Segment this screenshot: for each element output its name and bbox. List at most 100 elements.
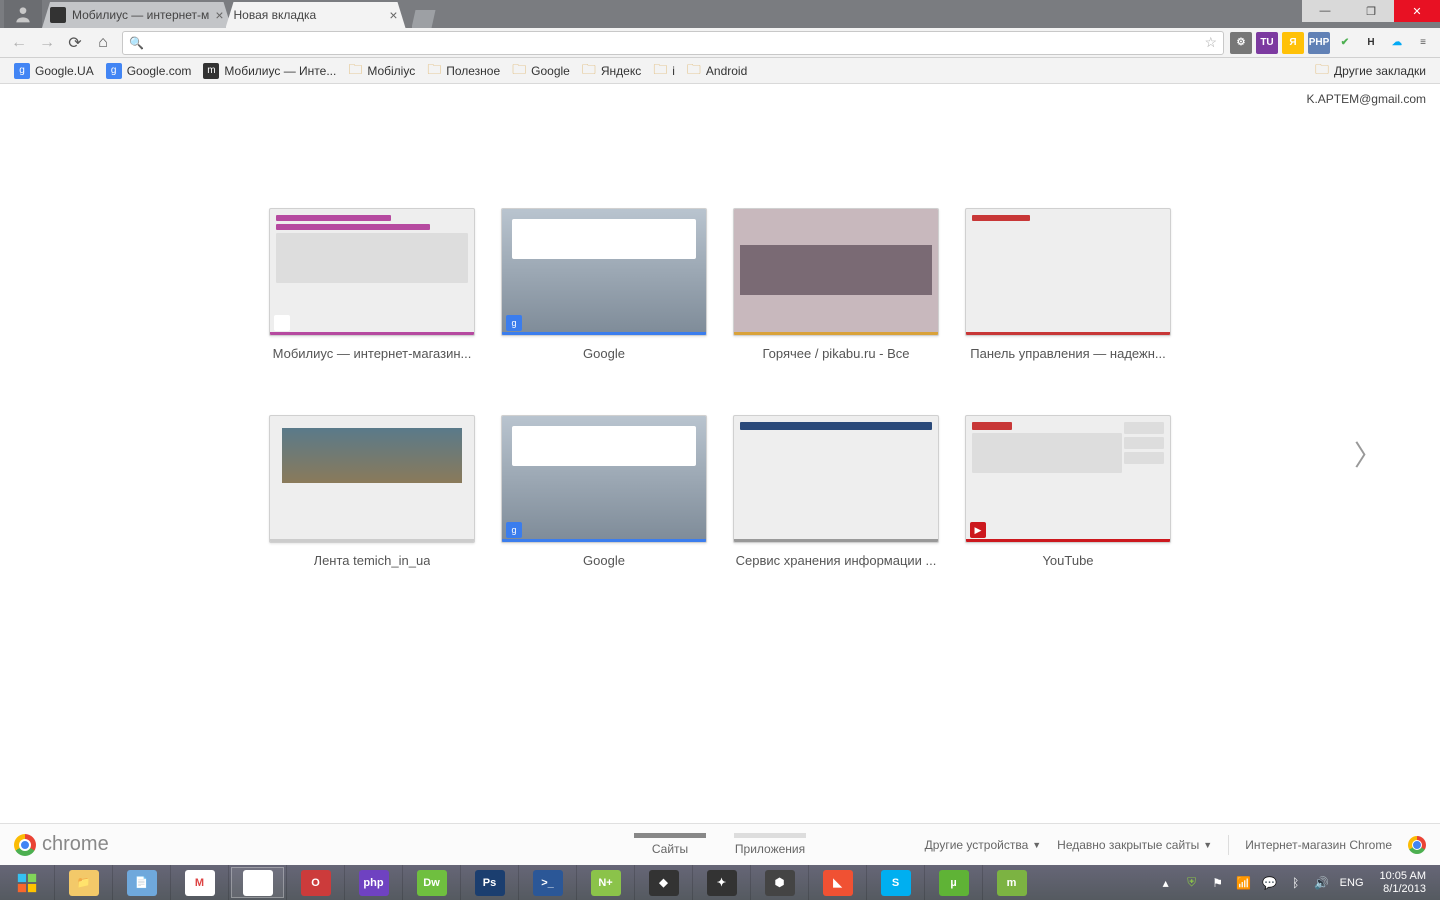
thumbnail-preview <box>965 208 1171 336</box>
tray-lang[interactable]: ENG <box>1340 877 1364 889</box>
home-button[interactable]: ⌂ <box>90 30 116 56</box>
tray-shield-icon[interactable]: ⛨ <box>1184 875 1200 891</box>
bookmark-item[interactable]: 🗀i <box>647 57 681 85</box>
bookmark-item[interactable]: 🗀Android <box>681 57 753 85</box>
browser-tab-1[interactable]: Новая вкладка × <box>226 2 406 28</box>
thumbnail-badge-icon: g <box>506 315 522 331</box>
tray-vol-icon[interactable]: 🔊 <box>1314 875 1330 891</box>
tray-chat-icon[interactable]: 💬 <box>1262 875 1278 891</box>
footer-link[interactable]: Недавно закрытые сайты ▼ <box>1057 838 1212 852</box>
other-bookmarks-button[interactable]: 🗀 Другие закладки <box>1309 57 1432 85</box>
app3-icon: ⬢ <box>765 870 795 896</box>
extension-h-icon[interactable]: H <box>1360 32 1382 54</box>
reload-button[interactable]: ⟳ <box>62 30 88 56</box>
extension-menu-icon[interactable]: ≡ <box>1412 32 1434 54</box>
taskbar-app-gmail[interactable]: M <box>170 865 228 900</box>
new-tab-button[interactable] <box>412 10 436 28</box>
newtab-content: K.APTEM@gmail.com Мобилиус — интернет-ма… <box>0 84 1440 823</box>
mostvisited-tile[interactable]: gGoogle <box>501 208 707 361</box>
taskbar-app-utorrent[interactable]: µ <box>924 865 982 900</box>
taskbar-app-phpstorm[interactable]: php <box>344 865 402 900</box>
taskbar-app-app3[interactable]: ⬢ <box>750 865 808 900</box>
mostvisited-tile[interactable]: ▶YouTube <box>965 415 1171 568</box>
bookmark-item[interactable]: 🗀Мобіліус <box>342 57 421 85</box>
thumbnail-badge-icon: ▶ <box>970 522 986 538</box>
thumbnail-preview <box>269 208 475 336</box>
tray-flag-icon[interactable]: ⚑ <box>1210 875 1226 891</box>
taskbar-app-git[interactable]: ◣ <box>808 865 866 900</box>
taskbar-app-app4[interactable]: m <box>982 865 1040 900</box>
notepad-icon: 📄 <box>127 870 157 896</box>
extension-php-icon[interactable]: PHP <box>1308 32 1330 54</box>
taskbar-app-app1[interactable]: ◆ <box>634 865 692 900</box>
mostvisited-tile[interactable]: Лента temich_in_ua <box>269 415 475 568</box>
maximize-button[interactable]: ❐ <box>1348 0 1394 22</box>
user-email-label[interactable]: K.APTEM@gmail.com <box>1306 92 1426 106</box>
profile-avatar-button[interactable] <box>4 0 42 28</box>
bookmark-item[interactable]: m Мобилиус — Инте... <box>197 61 342 81</box>
taskbar-app-notepad[interactable]: 📄 <box>112 865 170 900</box>
extension-tu-icon[interactable]: TU <box>1256 32 1278 54</box>
mostvisited-tile[interactable]: Горячее / pikabu.ru - Все <box>733 208 939 361</box>
bookmark-star-icon[interactable]: ☆ <box>1204 34 1217 51</box>
bookmark-item[interactable]: 🗀Полезное <box>421 57 506 85</box>
tab-close-icon[interactable]: × <box>389 7 397 23</box>
tray-clock[interactable]: 10:05 AM 8/1/2013 <box>1374 870 1432 894</box>
url-input[interactable] <box>148 35 1204 50</box>
taskbar-app-chrome[interactable]: ◉ <box>228 865 286 900</box>
tray-bt-icon[interactable]: ᛒ <box>1288 875 1304 891</box>
taskbar-app-dreamweaver[interactable]: Dw <box>402 865 460 900</box>
taskbar-app-app2[interactable]: ✦ <box>692 865 750 900</box>
site-icon: m <box>203 63 219 79</box>
thumbnail-preview <box>733 415 939 543</box>
tab-close-icon[interactable]: × <box>215 7 223 23</box>
extension-cloud-icon[interactable]: ☁ <box>1386 32 1408 54</box>
thumbnail-preview: ▶ <box>965 415 1171 543</box>
extension-settings-icon[interactable]: ⚙ <box>1230 32 1252 54</box>
section-tab[interactable]: Сайты <box>634 833 706 856</box>
explorer-icon: 📁 <box>69 870 99 896</box>
bookmark-item[interactable]: 🗀Google <box>506 57 576 85</box>
mostvisited-tile[interactable]: Мобилиус — интернет-магазин... <box>269 208 475 361</box>
thumbnail-preview <box>269 415 475 543</box>
start-button[interactable] <box>0 865 54 900</box>
close-button[interactable]: ✕ <box>1394 0 1440 22</box>
mostvisited-tile[interactable]: gGoogle <box>501 415 707 568</box>
bookmark-label: Мобилиус — Инте... <box>224 64 336 78</box>
app4-icon: m <box>997 870 1027 896</box>
extension-check-icon[interactable]: ✔ <box>1334 32 1356 54</box>
omnibox[interactable]: 🔍 ☆ <box>122 31 1224 55</box>
folder-icon: 🗀 <box>653 59 667 83</box>
folder-icon: 🗀 <box>582 59 596 83</box>
bookmark-label: Мобіліус <box>367 64 415 78</box>
chrome-logo: chrome <box>14 833 109 856</box>
bookmark-item[interactable]: gGoogle.UA <box>8 61 100 81</box>
thumbnail-label: Сервис хранения информации ... <box>736 553 937 568</box>
gmail-icon: M <box>185 870 215 896</box>
minimize-button[interactable]: — <box>1302 0 1348 22</box>
taskbar-app-skype[interactable]: S <box>866 865 924 900</box>
forward-button[interactable]: → <box>34 30 60 56</box>
bookmark-item[interactable]: 🗀Яндекс <box>576 57 647 85</box>
taskbar-app-npp[interactable]: N+ <box>576 865 634 900</box>
tray-up-icon[interactable]: ▴ <box>1158 875 1174 891</box>
mostvisited-tile[interactable]: Панель управления — надежн... <box>965 208 1171 361</box>
opera-icon: O <box>301 870 331 896</box>
bookmark-item[interactable]: gGoogle.com <box>100 61 198 81</box>
next-page-arrow[interactable]: 〉 <box>1354 434 1382 474</box>
taskbar-app-powershell[interactable]: >_ <box>518 865 576 900</box>
footer-link[interactable]: Интернет-магазин Chrome <box>1245 838 1392 852</box>
taskbar-app-opera[interactable]: O <box>286 865 344 900</box>
section-tab[interactable]: Приложения <box>734 833 806 856</box>
tray-net-icon[interactable]: 📶 <box>1236 875 1252 891</box>
taskbar-app-explorer[interactable]: 📁 <box>54 865 112 900</box>
taskbar-app-photoshop[interactable]: Ps <box>460 865 518 900</box>
footer-link[interactable]: Другие устройства ▼ <box>925 838 1042 852</box>
browser-tab-0[interactable]: Мобилиус — интернет-м × <box>42 2 232 28</box>
app1-icon: ◆ <box>649 870 679 896</box>
extension-ya-icon[interactable]: Я <box>1282 32 1304 54</box>
back-button[interactable]: ← <box>6 30 32 56</box>
mostvisited-tile[interactable]: Сервис хранения информации ... <box>733 415 939 568</box>
bookmark-label: Google.com <box>127 64 192 78</box>
webstore-icon[interactable] <box>1408 836 1426 854</box>
